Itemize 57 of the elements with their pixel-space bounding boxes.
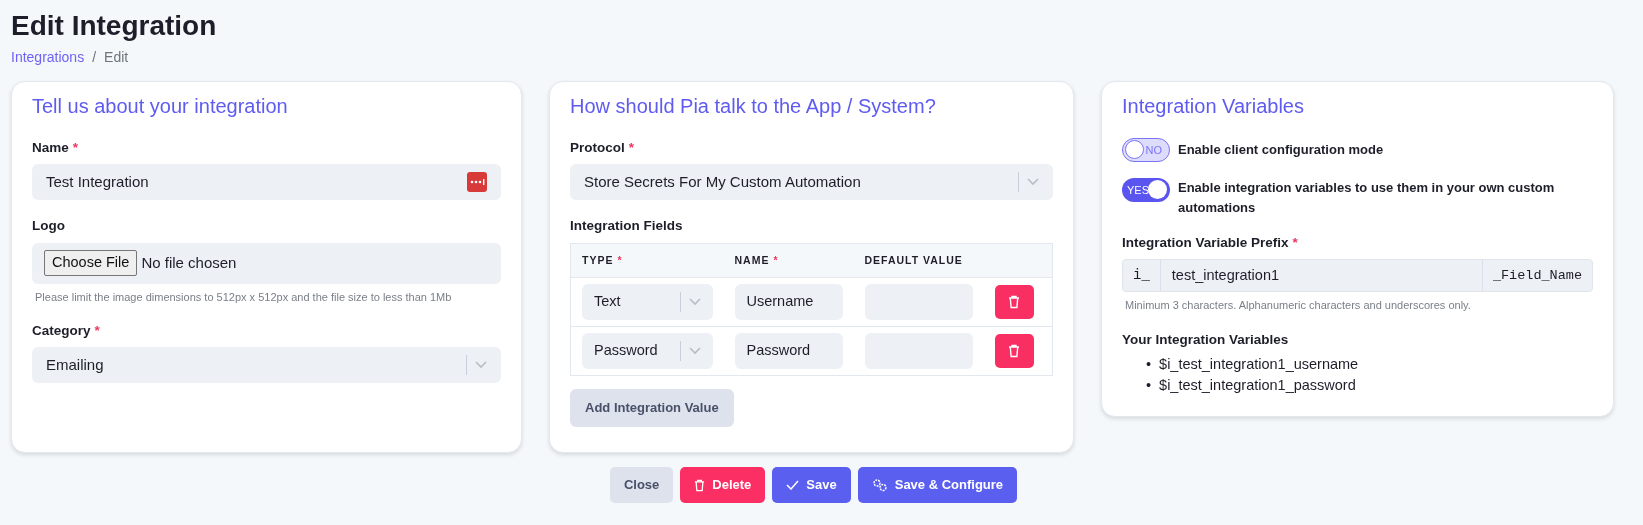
required-mark: * bbox=[773, 253, 779, 266]
breadcrumb-separator: / bbox=[92, 49, 97, 65]
toggle-label: Enable integration variables to use them in your own custom automations bbox=[1178, 179, 1556, 217]
card-title: Tell us about your integration bbox=[32, 94, 289, 118]
form-card: Integration Variables NO Enable client configuration mode YES Enable integration variables to use them in your own custom automations Integration Variable Prefix * i_ test_integration1 _Field_Name Minimum 3 characters. Alphanumeric characters and underscores only. Your Integration Variables • $i_test_integration1_username • $i_test_integration1_password bbox=[1101, 81, 1614, 418]
toggle-switch[interactable]: YES bbox=[1122, 178, 1170, 202]
name-input[interactable]: Password bbox=[734, 333, 843, 370]
section-label: Your Integration Variables bbox=[1122, 330, 1290, 349]
delete-row-button[interactable] bbox=[994, 285, 1034, 320]
action-button[interactable]: Delete bbox=[680, 467, 766, 503]
category-select[interactable]: Emailing bbox=[32, 347, 501, 384]
prefix-input-group[interactable]: i_ test_integration1 _Field_Name bbox=[1122, 259, 1593, 293]
card-title: Integration Variables bbox=[1122, 94, 1305, 118]
column-header: TYPE bbox=[582, 253, 614, 266]
bullet: • bbox=[1146, 355, 1152, 374]
breadcrumb-link[interactable]: Integrations bbox=[11, 49, 85, 65]
required-mark: * bbox=[628, 140, 635, 155]
password-manager-icon[interactable] bbox=[467, 172, 487, 193]
action-button[interactable]: Save bbox=[772, 467, 851, 503]
trash-icon bbox=[1008, 295, 1020, 310]
type-select[interactable]: Text bbox=[582, 284, 713, 321]
delete-row-button[interactable] bbox=[994, 334, 1034, 369]
chevron-down-icon bbox=[1027, 178, 1039, 187]
help-text: Minimum 3 characters. Alphanumeric characters and underscores only. bbox=[1125, 298, 1472, 314]
page-title: Edit Integration bbox=[11, 9, 218, 43]
required-mark: * bbox=[72, 140, 79, 155]
column-header: NAME bbox=[734, 253, 770, 266]
card-title: How should Pia talk to the App / System? bbox=[570, 94, 937, 118]
bullet: • bbox=[1146, 376, 1152, 395]
trash-icon bbox=[1008, 344, 1020, 359]
variable-item: $i_test_integration1_username bbox=[1159, 355, 1359, 374]
name-field[interactable]: Test Integration bbox=[32, 164, 501, 201]
chevron-down-icon bbox=[475, 361, 487, 370]
variable-item: $i_test_integration1_password bbox=[1159, 376, 1356, 395]
add-value-button[interactable]: Add Integration Value bbox=[570, 389, 734, 427]
action-button[interactable]: Save & Configure bbox=[857, 467, 1018, 503]
choose-file-button[interactable]: Choose File bbox=[44, 250, 138, 276]
column-header: DEFAULT VALUE bbox=[864, 253, 963, 266]
toggle-label: Enable client configuration mode bbox=[1178, 141, 1384, 160]
trash-icon bbox=[694, 478, 706, 492]
required-mark: * bbox=[1292, 235, 1298, 250]
chevron-down-icon bbox=[688, 298, 701, 307]
gears-icon bbox=[871, 478, 888, 492]
protocol-select[interactable]: Store Secrets For My Custom Automation bbox=[570, 164, 1053, 201]
form-card: How should Pia talk to the App / System? Protocol * Store Secrets For My Custom Automation Integration Fields TYPE * NAME * DEFAULT VALUE Text Username Password Password Add Integration Value bbox=[549, 81, 1074, 453]
file-input-field[interactable]: Choose File No file chosen bbox=[32, 242, 501, 284]
name-input[interactable]: Username bbox=[734, 284, 843, 321]
type-select[interactable]: Password bbox=[582, 333, 713, 370]
form-card: Tell us about your integration Name * Test Integration Logo Choose File No file chosen Please limit the image dimensions to 512px x 512px and the file size to less than 1Mb Category * Emailing bbox=[11, 81, 522, 453]
check-icon bbox=[786, 480, 800, 490]
required-mark: * bbox=[617, 253, 623, 266]
breadcrumb-current: Edit bbox=[104, 49, 129, 65]
help-text: Please limit the image dimensions to 512px x 512px and the file size to less than 1Mb bbox=[35, 289, 453, 305]
chevron-down-icon bbox=[688, 347, 701, 356]
required-mark: * bbox=[94, 323, 100, 338]
section-label: Integration Fields bbox=[570, 217, 684, 236]
action-button[interactable]: Close bbox=[609, 467, 674, 503]
